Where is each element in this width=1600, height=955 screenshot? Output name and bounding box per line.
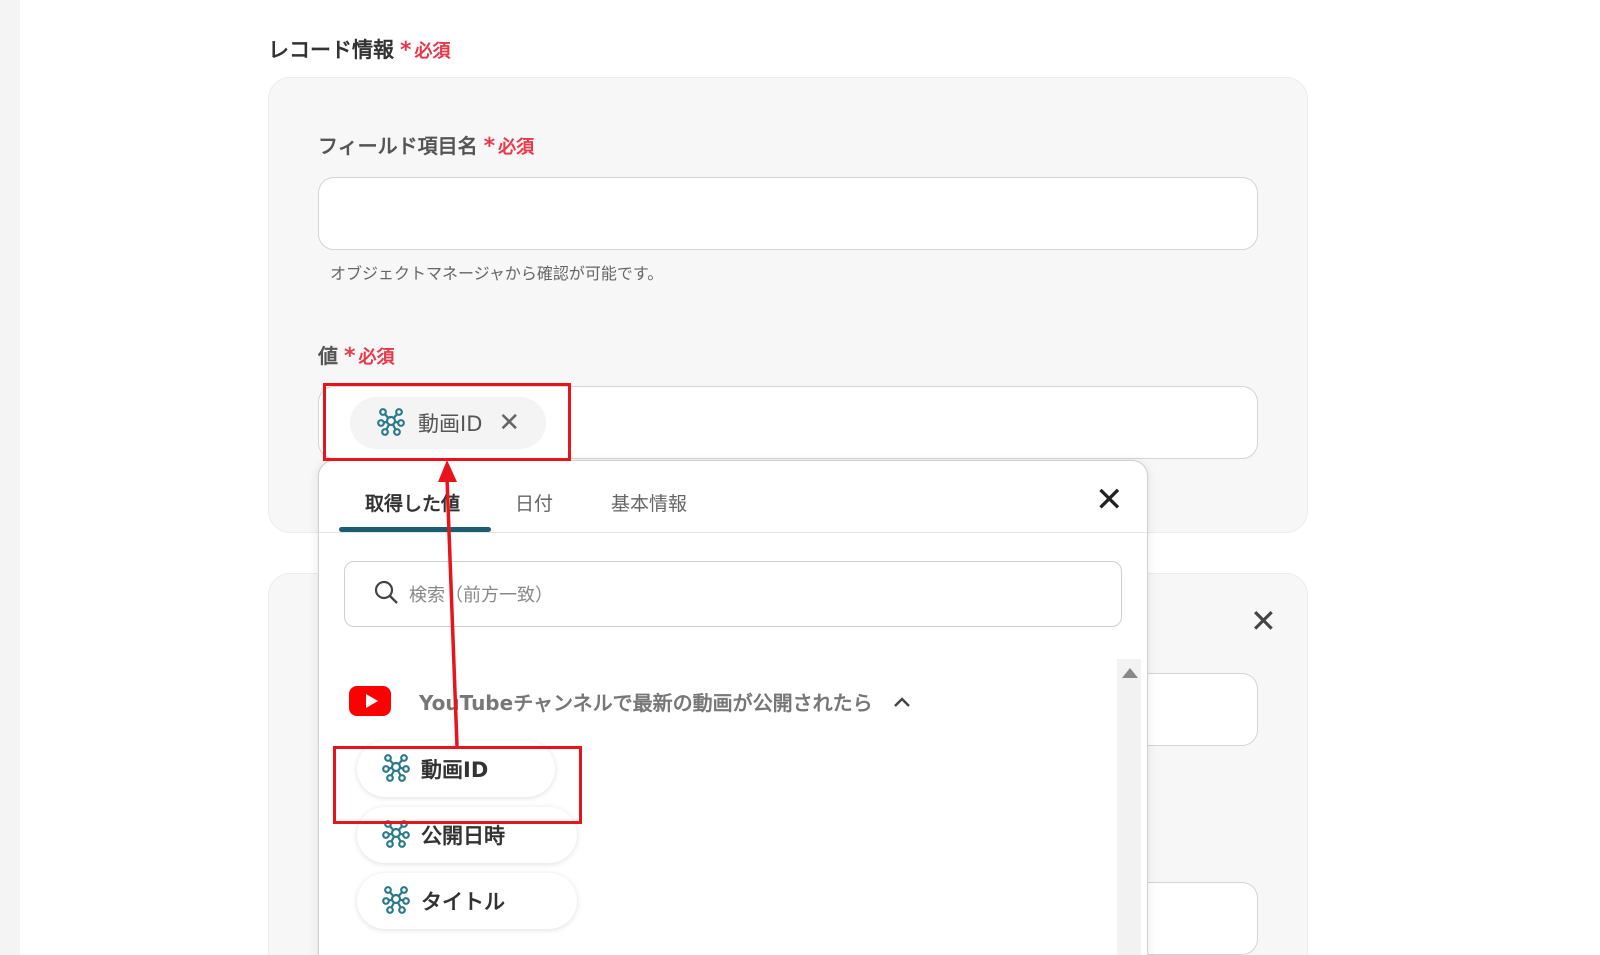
required-marker: * 必須 (344, 344, 395, 369)
search-icon (373, 579, 399, 609)
list-item-title[interactable]: タイトル (357, 873, 577, 929)
field-name-hint: オブジェクトマネージャから確認が可能です。 (330, 264, 664, 283)
tab-date[interactable]: 日付 (515, 489, 553, 516)
network-icon (381, 884, 411, 919)
trigger-group-label: YouTubeチャンネルで最新の動画が公開されたら (419, 690, 873, 715)
value-label: 値 * 必須 (318, 340, 395, 369)
required-label: 必須 (498, 137, 535, 158)
tab-basic-info[interactable]: 基本情報 (611, 489, 687, 516)
close-icon[interactable]: ✕ (1250, 605, 1277, 637)
value-label-text: 値 (318, 344, 338, 368)
value-picker-dropdown: 取得した値 日付 基本情報 ✕ 検索（前方一致） YouTubeチャンネルで最新… (318, 460, 1148, 955)
trigger-group-header[interactable]: YouTubeチャンネルで最新の動画が公開されたら (349, 686, 911, 716)
second-card-input[interactable] (1140, 882, 1258, 955)
tab-acquired-values[interactable]: 取得した値 (365, 489, 460, 516)
tab-divider (319, 532, 1147, 533)
left-rail (0, 0, 20, 955)
search-input[interactable]: 検索（前方一致） (344, 561, 1122, 627)
search-placeholder: 検索（前方一致） (409, 585, 553, 606)
required-marker: * 必須 (400, 38, 451, 63)
close-icon[interactable]: ✕ (1095, 483, 1124, 517)
scrollbar[interactable] (1117, 659, 1141, 955)
list-item-label: 公開日時 (421, 824, 505, 848)
second-card-input[interactable] (1140, 673, 1258, 746)
list-item-label: タイトル (421, 890, 505, 914)
required-marker: * 必須 (483, 134, 535, 159)
scroll-up-arrow-icon[interactable] (1122, 668, 1138, 678)
chevron-up-icon[interactable] (893, 689, 911, 713)
field-name-input[interactable] (318, 177, 1258, 250)
highlight-box-item (333, 746, 582, 824)
section-title: レコード情報 * 必須 (268, 34, 451, 64)
youtube-logo-icon (349, 686, 391, 716)
highlight-box-chip (323, 383, 571, 461)
required-label: 必須 (358, 347, 395, 368)
required-star: * (400, 38, 412, 63)
required-star: * (344, 344, 356, 369)
required-star: * (483, 134, 496, 159)
required-label: 必須 (414, 41, 451, 62)
field-name-label-text: フィールド項目名 (318, 134, 478, 158)
field-name-label: フィールド項目名 * 必須 (318, 130, 534, 159)
section-title-text: レコード情報 (268, 38, 394, 62)
